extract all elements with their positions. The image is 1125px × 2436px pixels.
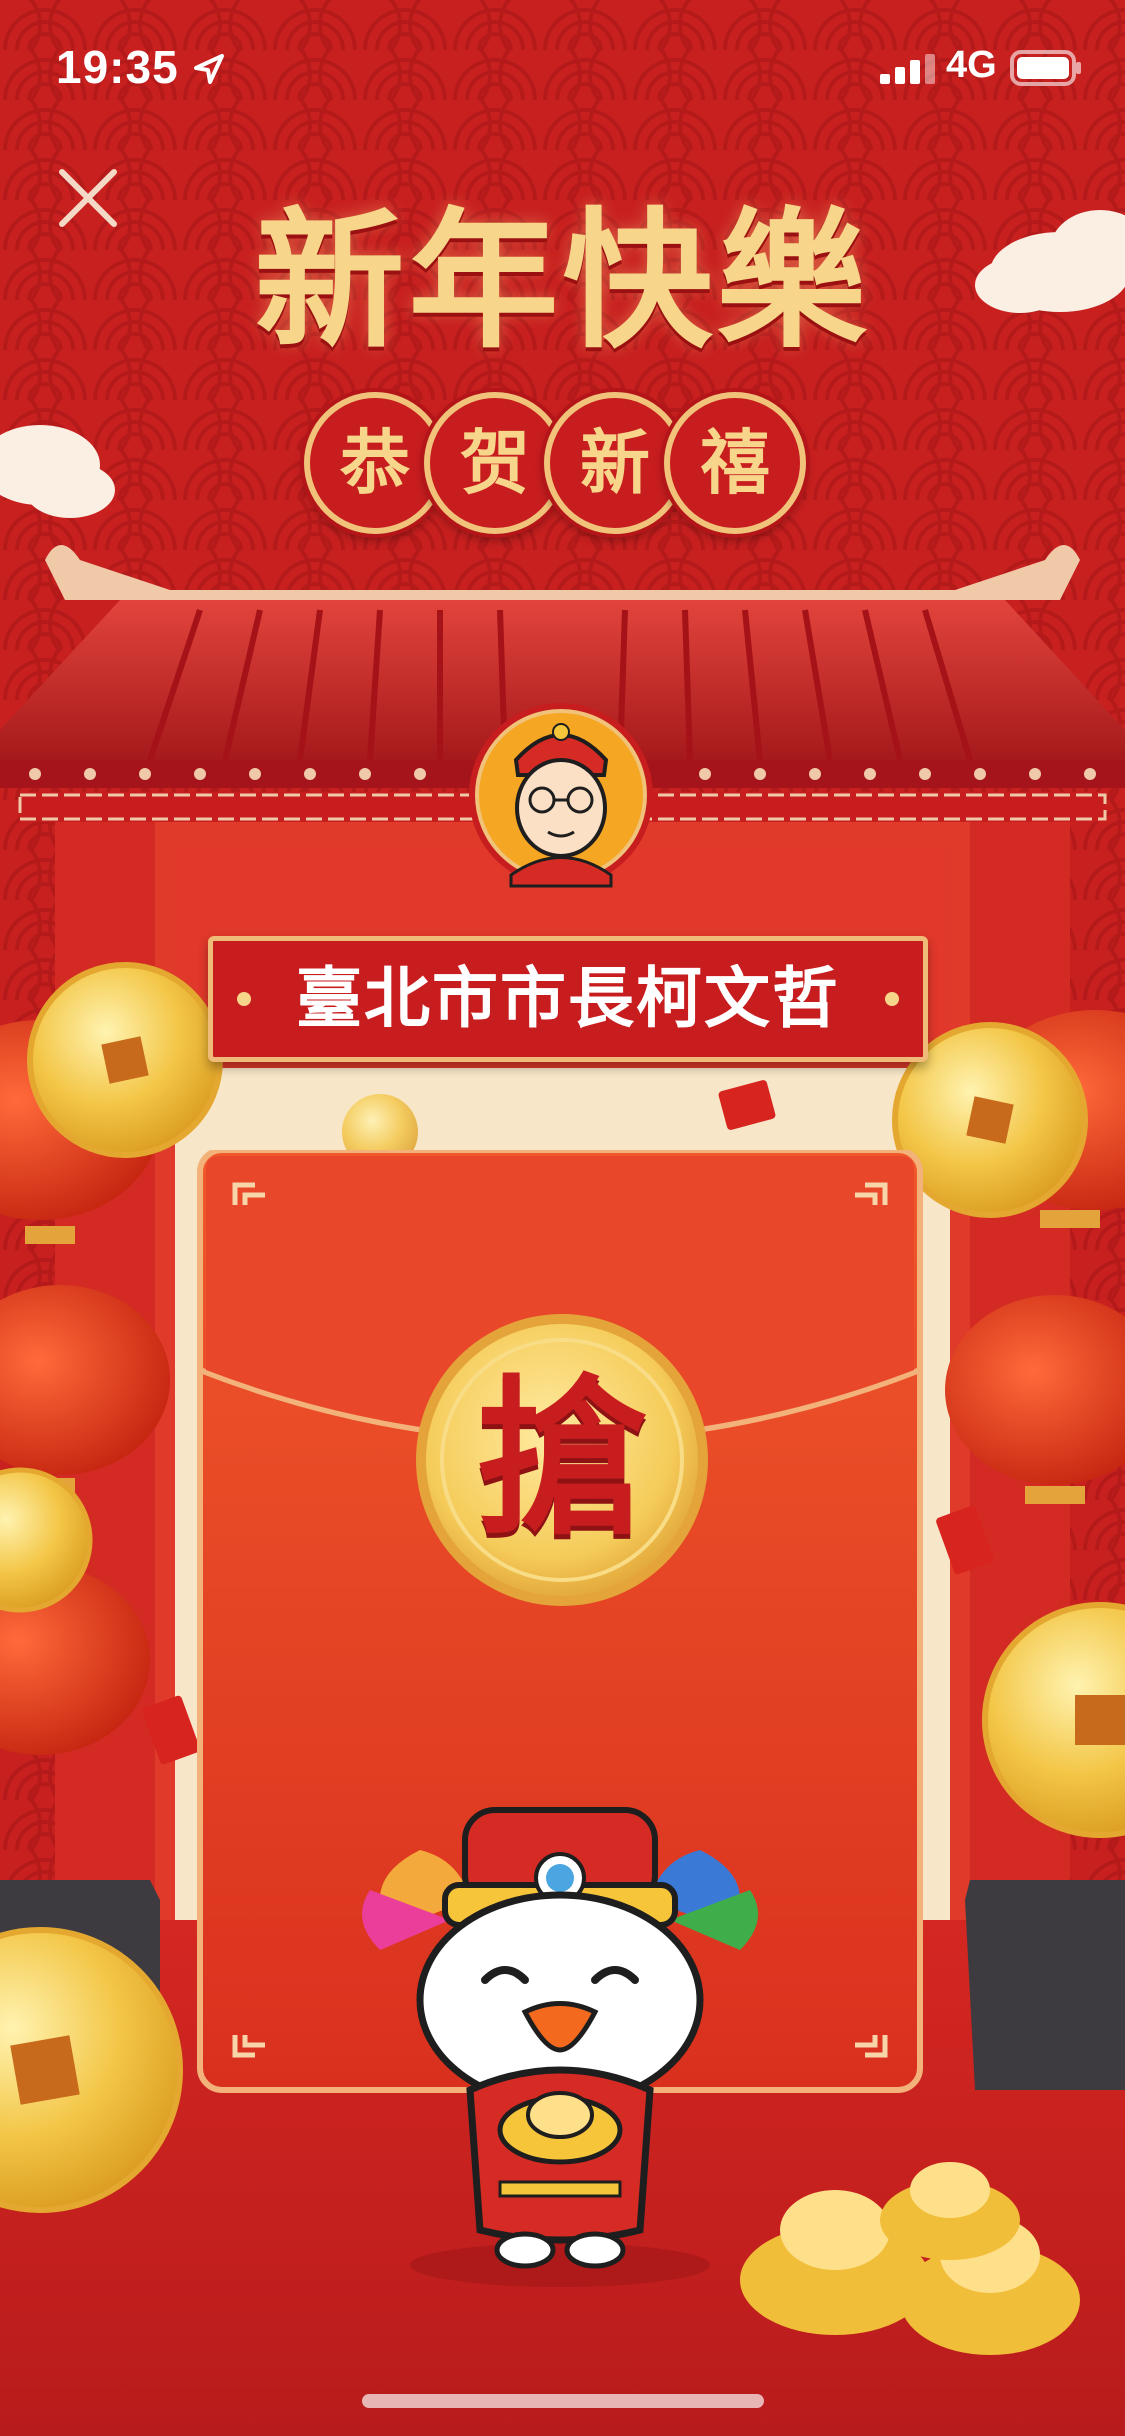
name-plate: 臺北市市長柯文哲	[208, 936, 928, 1062]
signal-bars-icon	[880, 54, 935, 84]
status-time: 19:35	[56, 41, 179, 93]
seal-4: 禧	[664, 392, 806, 534]
gold-coin-icon	[27, 962, 223, 1158]
grab-label: 搶	[476, 1361, 647, 1559]
battery-icon	[1010, 50, 1081, 86]
fortune-god-mascot-icon	[362, 1807, 758, 2287]
avatar-portrait-icon	[469, 703, 653, 888]
location-arrow-icon	[194, 54, 224, 84]
network-type: 4G	[946, 44, 997, 86]
plate-dot-right	[885, 992, 899, 1006]
page-title: 新年快樂	[254, 193, 871, 369]
sender-name: 臺北市市長柯文哲	[296, 960, 840, 1037]
home-indicator	[362, 2394, 764, 2408]
